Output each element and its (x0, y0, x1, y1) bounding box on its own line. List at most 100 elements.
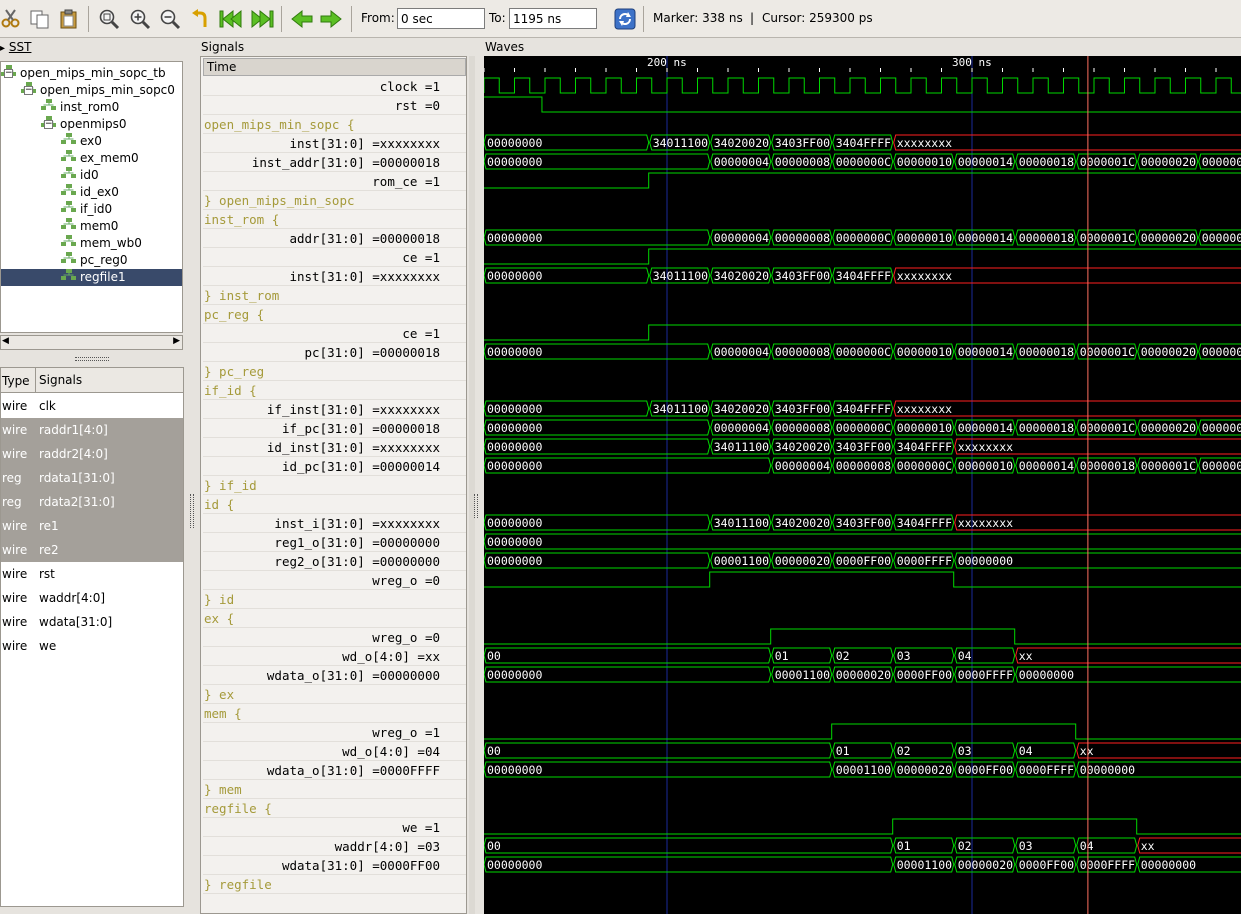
signal-group-label[interactable]: } regfile (203, 875, 466, 894)
signal-group-label[interactable]: ex { (203, 609, 466, 628)
type-column-header[interactable]: Type (2, 374, 30, 388)
tree-item[interactable]: ex0 (61, 133, 102, 150)
scroll-right-icon[interactable]: ▶ (173, 336, 180, 346)
splitter-grip[interactable] (190, 494, 194, 528)
signal-list-row[interactable]: wire waddr[4:0] (1, 586, 183, 610)
signal-group-label[interactable]: regfile { (203, 799, 466, 818)
sst-toggle-icon[interactable]: ▸ (0, 43, 5, 54)
signal-row[interactable]: wreg_o =0 (203, 571, 466, 590)
signal-row[interactable]: waddr[4:0] =03 (203, 837, 466, 856)
zoom-in-icon[interactable] (129, 8, 151, 30)
undo-icon[interactable] (190, 8, 212, 30)
tree-item[interactable]: pc_reg0 (61, 252, 128, 269)
signal-row[interactable]: rom_ce =1 (203, 172, 466, 191)
signal-row[interactable]: wreg_o =1 (203, 723, 466, 742)
signal-name: raddr2[4:0] (39, 447, 108, 461)
signal-row[interactable]: wreg_o =0 (203, 628, 466, 647)
tree-item[interactable]: id_ex0 (61, 184, 119, 201)
signal-group-label[interactable]: id { (203, 495, 466, 514)
tree-item[interactable]: openmips0 (41, 116, 126, 133)
signal-group-label[interactable]: mem { (203, 704, 466, 723)
signal-row[interactable]: we =1 (203, 818, 466, 837)
signal-group-label[interactable]: } pc_reg (203, 362, 466, 381)
signal-list-row[interactable]: wire rst (1, 562, 183, 586)
tree-item[interactable]: open_mips_min_sopc0 (21, 82, 175, 99)
signal-list-row[interactable]: wire raddr2[4:0] (1, 442, 183, 466)
signal-row[interactable]: pc[31:0] =00000018 (203, 343, 466, 362)
signal-row[interactable]: wd_o[4:0] =04 (203, 742, 466, 761)
signal-row[interactable]: reg2_o[31:0] =00000000 (203, 552, 466, 571)
first-icon[interactable] (219, 8, 242, 30)
signal-group-label[interactable]: pc_reg { (203, 305, 466, 324)
next-icon[interactable] (320, 8, 342, 30)
signals-scrollbar[interactable] (469, 56, 475, 914)
signal-list-row[interactable]: wire re1 (1, 514, 183, 538)
splitter-grip[interactable] (474, 494, 478, 518)
signal-list-row[interactable]: reg rdata1[31:0] (1, 466, 183, 490)
signal-row[interactable]: id_pc[31:0] =00000014 (203, 457, 466, 476)
signal-row[interactable]: ce =1 (203, 248, 466, 267)
zoom-out-icon[interactable] (159, 8, 181, 30)
waves-panel[interactable]: 200 ns300 ns400 ns0000000034011100340200… (484, 56, 1241, 914)
signals-column-header[interactable]: Signals (35, 368, 82, 392)
zoom-fit-icon[interactable] (98, 8, 120, 30)
tree-item[interactable]: mem0 (61, 218, 118, 235)
tree-item[interactable]: inst_rom0 (41, 99, 119, 116)
signal-group-label[interactable]: if_id { (203, 381, 466, 400)
tree-item[interactable]: mem_wb0 (61, 235, 142, 252)
collapse-icon[interactable]: − (24, 86, 33, 95)
signal-list-row[interactable]: wire clk (1, 394, 183, 418)
signal-row[interactable]: addr[31:0] =00000018 (203, 229, 466, 248)
paste-icon[interactable] (58, 8, 80, 30)
signal-row[interactable]: inst_addr[31:0] =00000018 (203, 153, 466, 172)
signal-group-label[interactable]: open_mips_min_sopc { (203, 115, 466, 134)
signal-group-label[interactable]: } ex (203, 685, 466, 704)
signal-list-row[interactable]: wire wdata[31:0] (1, 610, 183, 634)
signal-list-row[interactable]: wire re2 (1, 538, 183, 562)
last-icon[interactable] (249, 8, 274, 30)
signal-group-label[interactable]: } if_id (203, 476, 466, 495)
reload-icon[interactable] (614, 8, 636, 30)
signal-row[interactable]: if_inst[31:0] =xxxxxxxx (203, 400, 466, 419)
bus-value-label: 01 (836, 744, 850, 758)
signal-group-label[interactable]: } mem (203, 780, 466, 799)
tree-item[interactable]: ex_mem0 (61, 150, 139, 167)
signal-row[interactable]: ce =1 (203, 324, 466, 343)
from-input[interactable] (397, 8, 485, 29)
sst-tree[interactable]: open_mips_min_sopc_tb − open_mips_min_sopc… (0, 61, 183, 333)
signal-row[interactable]: if_pc[31:0] =00000018 (203, 419, 466, 438)
signal-row[interactable]: wdata_o[31:0] =0000FFFF (203, 761, 466, 780)
signal-group-label[interactable]: } id (203, 590, 466, 609)
signal-row[interactable]: wd_o[4:0] =xx (203, 647, 466, 666)
signal-row[interactable]: inst_i[31:0] =xxxxxxxx (203, 514, 466, 533)
tree-item[interactable]: id0 (61, 167, 99, 184)
signal-row[interactable]: inst[31:0] =xxxxxxxx (203, 267, 466, 286)
signal-row[interactable]: rst =0 (203, 96, 466, 115)
signal-list-row[interactable]: reg rdata2[31:0] (1, 490, 183, 514)
bus-value-label: 00000004 (714, 345, 769, 359)
signal-row[interactable]: clock =1 (203, 77, 466, 96)
tree-item[interactable]: open_mips_min_sopc_tb (1, 65, 166, 82)
signal-row[interactable]: wdata[31:0] =0000FF00 (203, 856, 466, 875)
prev-icon[interactable] (291, 8, 313, 30)
wave-canvas[interactable]: 200 ns300 ns400 ns0000000034011100340200… (484, 56, 1241, 914)
signal-row[interactable]: id_inst[31:0] =xxxxxxxx (203, 438, 466, 457)
sst-horizontal-scrollbar[interactable]: ◀ ▶ (0, 335, 183, 350)
collapse-icon[interactable]: − (44, 120, 53, 129)
signal-group-label[interactable]: } open_mips_min_sopc (203, 191, 466, 210)
signal-list-row[interactable]: wire we (1, 634, 183, 658)
splitter-grip[interactable] (75, 357, 109, 361)
signal-list-row[interactable]: wire raddr1[4:0] (1, 418, 183, 442)
cut-icon[interactable] (0, 8, 22, 30)
collapse-icon[interactable]: − (4, 69, 13, 78)
signal-row[interactable]: wdata_o[31:0] =00000000 (203, 666, 466, 685)
signal-group-label[interactable]: inst_rom { (203, 210, 466, 229)
signal-row[interactable]: inst[31:0] =xxxxxxxx (203, 134, 466, 153)
to-input[interactable] (509, 8, 597, 29)
signal-group-label[interactable]: } inst_rom (203, 286, 466, 305)
tree-item[interactable]: if_id0 (61, 201, 112, 218)
signal-row[interactable]: reg1_o[31:0] =00000000 (203, 533, 466, 552)
copy-icon[interactable] (29, 8, 51, 30)
scroll-left-icon[interactable]: ◀ (2, 336, 9, 346)
tree-item[interactable]: regfile1 (1, 269, 182, 286)
